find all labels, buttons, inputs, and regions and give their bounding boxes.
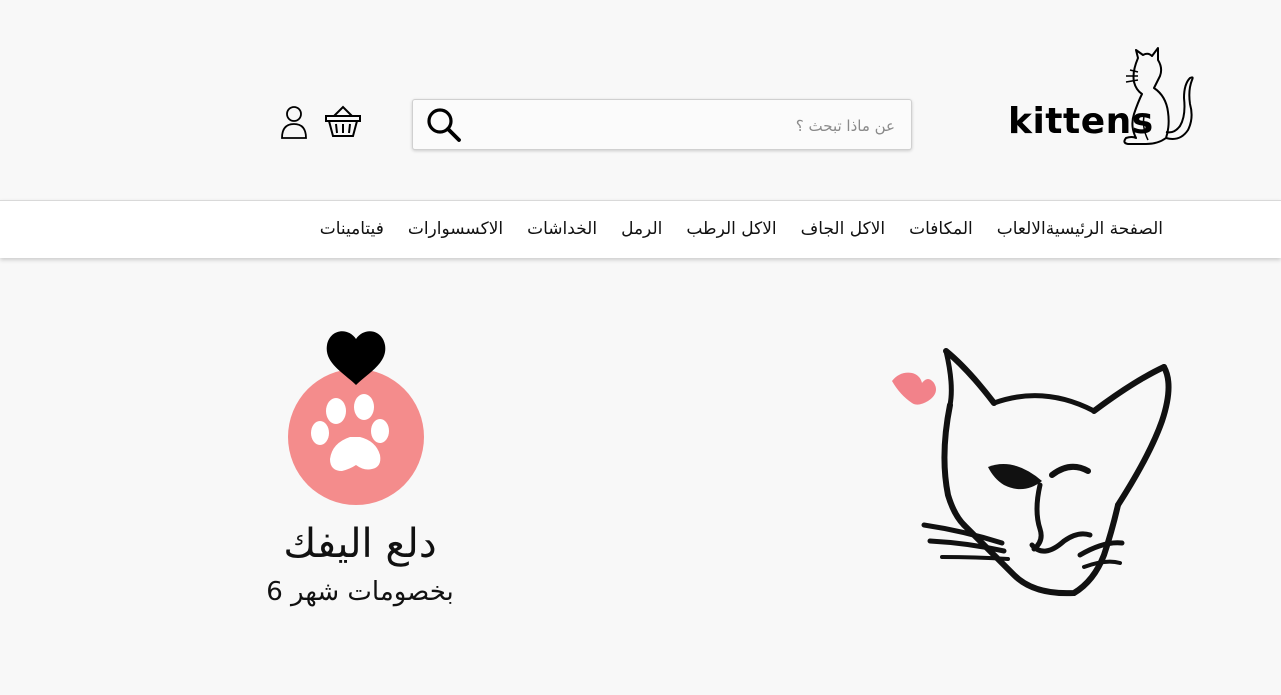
basket-icon[interactable] — [324, 104, 362, 140]
nav-item-treats[interactable]: المكافات — [909, 201, 973, 258]
site-header: kittens — [0, 0, 1281, 200]
nav-item-vitamins[interactable]: فيتامينات — [320, 201, 384, 258]
paw-heart-icon — [288, 331, 424, 505]
nav-item-dry-food[interactable]: الاكل الجاف — [801, 201, 885, 258]
main-navigation: الصفحة الرئيسية الالعاب المكافات الاكل ا… — [0, 200, 1281, 258]
site-logo[interactable]: kittens — [1008, 46, 1198, 148]
promo-banner[interactable]: دلع اليفك بخصومات شهر 6 — [220, 325, 500, 625]
cat-face-illustration — [892, 348, 1172, 597]
nav-item-toys[interactable]: الالعاب — [997, 201, 1046, 258]
nav-item-litter[interactable]: الرمل — [621, 201, 662, 258]
nav-item-wet-food[interactable]: الاكل الرطب — [686, 201, 776, 258]
promo-subtitle: بخصومات شهر 6 — [266, 577, 454, 607]
search-input[interactable] — [473, 100, 897, 151]
nav-item-accessories[interactable]: الاكسسوارات — [408, 201, 503, 258]
nav-item-home[interactable]: الصفحة الرئيسية — [1046, 201, 1163, 258]
search-box — [412, 99, 912, 151]
nav-item-scratchers[interactable]: الخداشات — [527, 201, 597, 258]
search-icon[interactable] — [425, 106, 463, 144]
nav-list: الصفحة الرئيسية الالعاب المكافات الاكل ا… — [296, 201, 1163, 258]
user-icon[interactable] — [280, 104, 308, 140]
promo-title: دلع اليفك — [283, 521, 437, 567]
cat-logo-icon — [1123, 47, 1194, 145]
